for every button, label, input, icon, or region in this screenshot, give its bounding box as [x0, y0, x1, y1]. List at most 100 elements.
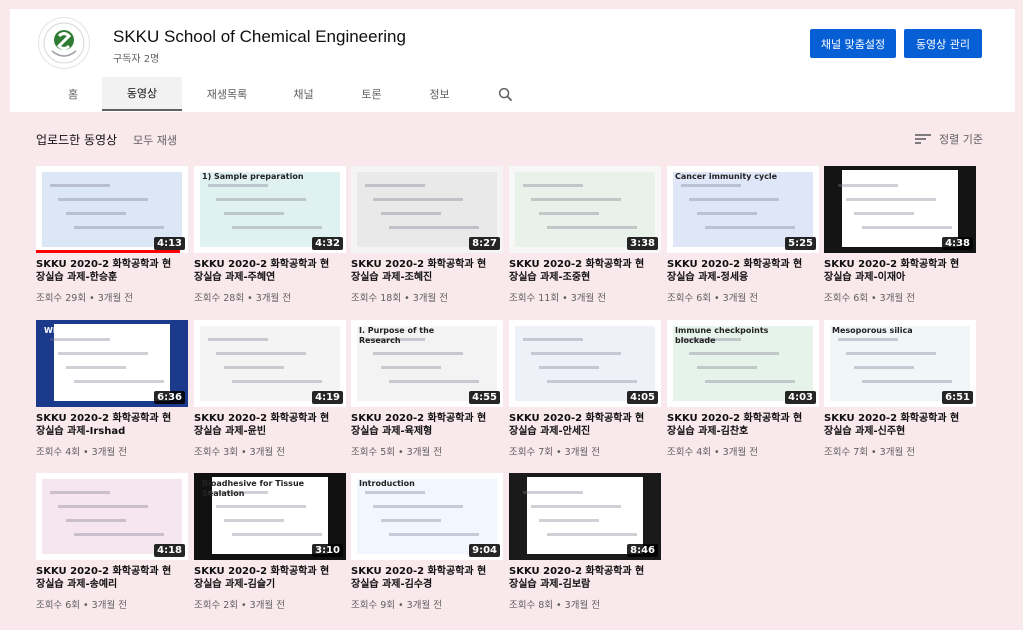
thumbnail-line	[523, 338, 583, 341]
video-meta: 조회수 9회 • 3개월 전	[351, 600, 442, 611]
video-thumbnail[interactable]: Bioadhesive for Tissue Sealation 3:10	[194, 473, 346, 560]
video-title[interactable]: SKKU 2020-2 화학공학과 현장실습 과제-육제형	[351, 412, 491, 438]
video-thumbnail[interactable]: 1) Sample preparation 4:32	[194, 166, 346, 253]
video-thumbnail[interactable]: Mesoporous silica 6:51	[824, 320, 976, 407]
video-thumbnail[interactable]: 4:19	[194, 320, 346, 407]
video-title[interactable]: SKKU 2020-2 화학공학과 현장실습 과제-Irshad	[36, 412, 176, 438]
manage-videos-button[interactable]: 동영상 관리	[904, 29, 982, 58]
channel-avatar[interactable]	[38, 17, 90, 69]
tab-videos[interactable]: 동영상	[102, 77, 182, 111]
video-meta: 조회수 6회 • 3개월 전	[824, 293, 915, 304]
video-card[interactable]: What is Global Warming? 6:36 SKKU 2020-2 화…	[36, 320, 188, 458]
video-card[interactable]: 4:05 SKKU 2020-2 화학공학과 현장실습 과제-안세진 조회수 7회 …	[509, 320, 661, 458]
video-thumbnail[interactable]: 8:27	[351, 166, 503, 253]
tab-channels[interactable]: 채널	[276, 77, 331, 111]
video-meta: 조회수 7회 • 3개월 전	[824, 447, 915, 458]
video-duration: 5:25	[785, 237, 816, 250]
video-duration: 8:27	[469, 237, 500, 250]
video-meta: 조회수 8회 • 3개월 전	[509, 600, 600, 611]
thumbnail-line	[74, 226, 164, 229]
tab-playlists[interactable]: 재생목록	[192, 77, 262, 111]
video-title[interactable]: SKKU 2020-2 화학공학과 현장실습 과제-신주현	[824, 412, 964, 438]
video-meta: 조회수 4회 • 3개월 전	[36, 447, 127, 458]
thumbnail-line	[523, 491, 583, 494]
video-thumbnail[interactable]: Immune checkpoints blockade 4:03	[667, 320, 819, 407]
video-title[interactable]: SKKU 2020-2 화학공학과 현장실습 과제-송예리	[36, 565, 176, 591]
thumbnail-line	[208, 184, 268, 187]
thumbnail-line	[547, 226, 637, 229]
video-thumbnail[interactable]: What is Global Warming? 6:36	[36, 320, 188, 407]
video-thumbnail[interactable]: I. Purpose of the Research 4:55	[351, 320, 503, 407]
video-card[interactable]: 1) Sample preparation 4:32 SKKU 2020-2 화학공…	[194, 166, 346, 304]
thumbnail-line	[365, 491, 425, 494]
video-thumbnail[interactable]: 3:38	[509, 166, 661, 253]
thumbnail-line	[539, 212, 599, 215]
search-icon	[498, 87, 512, 101]
customize-channel-button[interactable]: 채널 맞춤설정	[810, 29, 896, 58]
video-meta: 조회수 5회 • 3개월 전	[351, 447, 442, 458]
thumbnail-line	[862, 380, 952, 383]
thumbnail-line	[854, 366, 914, 369]
watch-progress-bar	[36, 250, 181, 253]
video-title[interactable]: SKKU 2020-2 화학공학과 현장실습 과제-윤빈	[194, 412, 334, 438]
play-all-link[interactable]: 모두 재생	[133, 132, 177, 148]
video-title[interactable]: SKKU 2020-2 화학공학과 현장실습 과제-조혜진	[351, 258, 491, 284]
video-title[interactable]: SKKU 2020-2 화학공학과 현장실습 과제-정세융	[667, 258, 807, 284]
video-card[interactable]: 4:19 SKKU 2020-2 화학공학과 현장실습 과제-윤빈조회수 3회 •…	[194, 320, 346, 458]
video-card[interactable]: Introduction 9:04 SKKU 2020-2 화학공학과 현장실습 과…	[351, 473, 503, 611]
video-thumbnail[interactable]: 4:05	[509, 320, 661, 407]
video-title[interactable]: SKKU 2020-2 화학공학과 현장실습 과제-김찬호	[667, 412, 807, 438]
thumbnail-line	[373, 198, 463, 201]
thumbnail-line	[224, 212, 284, 215]
video-duration: 4:03	[785, 391, 816, 404]
video-thumbnail[interactable]: 8:46	[509, 473, 661, 560]
tab-home[interactable]: 홈	[48, 77, 98, 111]
video-thumbnail[interactable]: Cancer immunity cycle 5:25	[667, 166, 819, 253]
video-meta: 조회수 3회 • 3개월 전	[194, 447, 285, 458]
video-title[interactable]: SKKU 2020-2 화학공학과 현장실습 과제-조중현	[509, 258, 649, 284]
video-card[interactable]: 8:27 SKKU 2020-2 화학공학과 현장실습 과제-조혜진 조회수 18회…	[351, 166, 503, 304]
video-title[interactable]: SKKU 2020-2 화학공학과 현장실습 과제-한승훈	[36, 258, 176, 284]
video-thumbnail[interactable]: Introduction 9:04	[351, 473, 503, 560]
video-card[interactable]: I. Purpose of the Research 4:55 SKKU 2020-…	[351, 320, 503, 458]
video-title[interactable]: SKKU 2020-2 화학공학과 현장실습 과제-안세진	[509, 412, 649, 438]
thumbnail-line	[373, 352, 463, 355]
video-title[interactable]: SKKU 2020-2 화학공학과 현장실습 과제-김수경	[351, 565, 491, 591]
thumbnail-line	[381, 212, 441, 215]
video-duration: 4:18	[154, 544, 185, 557]
tab-discussion[interactable]: 토론	[344, 77, 399, 111]
video-duration: 3:38	[627, 237, 658, 250]
tab-about[interactable]: 정보	[412, 77, 467, 111]
video-meta: 조회수 4회 • 3개월 전	[667, 447, 758, 458]
video-thumbnail[interactable]: 4:38	[824, 166, 976, 253]
video-title[interactable]: SKKU 2020-2 화학공학과 현장실습 과제-주혜연	[194, 258, 334, 284]
thumbnail-line	[689, 198, 779, 201]
video-thumbnail[interactable]: 4:18	[36, 473, 188, 560]
video-title[interactable]: SKKU 2020-2 화학공학과 현장실습 과제-김보람	[509, 565, 649, 591]
thumbnail-line	[365, 184, 425, 187]
tab-search[interactable]	[488, 77, 522, 111]
video-card[interactable]: Cancer immunity cycle 5:25 SKKU 2020-2 화학공…	[667, 166, 819, 304]
thumbnail-line	[224, 366, 284, 369]
video-title[interactable]: SKKU 2020-2 화학공학과 현장실습 과제-이재아	[824, 258, 964, 284]
video-card[interactable]: Mesoporous silica 6:51 SKKU 2020-2 화학공학과 현…	[824, 320, 976, 458]
video-card[interactable]: 8:46 SKKU 2020-2 화학공학과 현장실습 과제-김보람조회수 8회 …	[509, 473, 661, 611]
video-card[interactable]: 3:38 SKKU 2020-2 화학공학과 현장실습 과제-조중현 조회수 11회…	[509, 166, 661, 304]
thumbnail-line	[50, 338, 110, 341]
video-card[interactable]: 4:13 SKKU 2020-2 화학공학과 현장실습 과제-한승훈 조회수 29회…	[36, 166, 188, 304]
video-meta: 조회수 6회 • 3개월 전	[36, 600, 127, 611]
thumbnail-line	[547, 380, 637, 383]
video-thumbnail[interactable]: 4:13	[36, 166, 188, 253]
channel-name: SKKU School of Chemical Engineering	[113, 27, 406, 46]
sort-button[interactable]: 정렬 기준	[915, 131, 983, 147]
thumbnail-line	[373, 505, 463, 508]
video-card[interactable]: 4:18 SKKU 2020-2 화학공학과 현장실습 과제-송예리조회수 6회 …	[36, 473, 188, 611]
video-title[interactable]: SKKU 2020-2 화학공학과 현장실습 과제-김슬기	[194, 565, 334, 591]
thumbnail-line	[846, 352, 936, 355]
thumbnail-line	[681, 184, 741, 187]
subscriber-count: 구독자 2명	[113, 54, 160, 65]
video-card[interactable]: Immune checkpoints blockade 4:03 SKKU 2020…	[667, 320, 819, 458]
video-card[interactable]: 4:38 SKKU 2020-2 화학공학과 현장실습 과제-이재아조회수 6회 …	[824, 166, 976, 304]
video-card[interactable]: Bioadhesive for Tissue Sealation 3:10 SKKU…	[194, 473, 346, 611]
thumbnail-text: Mesoporous silica	[832, 326, 913, 335]
